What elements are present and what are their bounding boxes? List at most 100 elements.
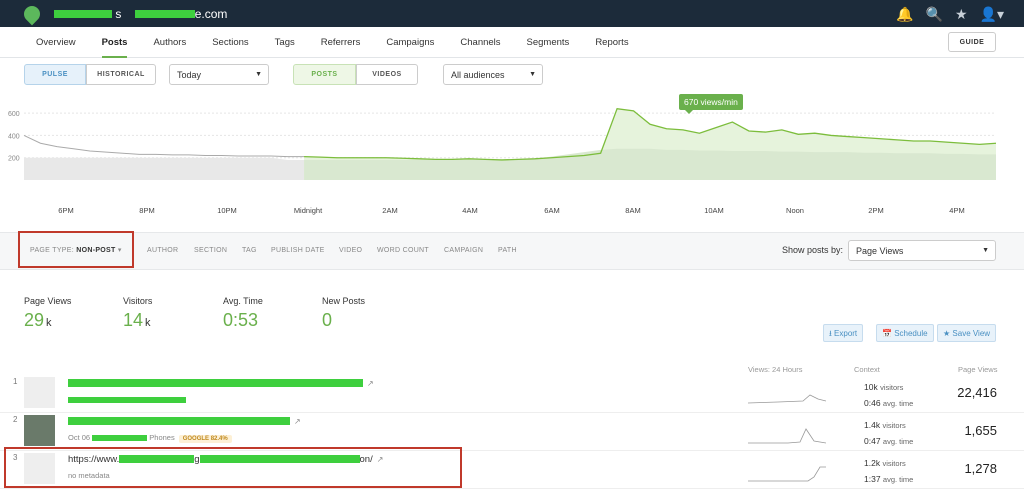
highlight-box xyxy=(4,447,462,488)
context-visitors: 10k visitors xyxy=(864,382,904,392)
search-icon[interactable]: 🔍 xyxy=(926,6,943,23)
row-rank: 1 xyxy=(13,377,18,386)
stat-visitors: Visitors 14 k xyxy=(123,296,213,331)
row-page-views: 1,655 xyxy=(964,423,997,438)
context-visitors: 1.2k visitors xyxy=(864,458,906,468)
filter-campaign[interactable]: CAMPAIGN xyxy=(444,247,483,254)
stat-value: 29 k xyxy=(24,310,52,330)
views-sparkline xyxy=(748,394,826,404)
stat-value: 14 k xyxy=(123,310,151,330)
referrer-badge: GOOGLE 82.4% xyxy=(178,435,232,443)
x-tick-label: Noon xyxy=(786,206,804,215)
context-header: Context xyxy=(854,365,880,374)
posts-button[interactable]: POSTS xyxy=(293,64,356,85)
filter-word-count[interactable]: WORD COUNT xyxy=(377,247,429,254)
external-link-icon[interactable]: ↗ xyxy=(367,379,374,388)
context-avg-time: 0:47 avg. time xyxy=(864,436,914,446)
nav-tab-tags[interactable]: Tags xyxy=(275,27,295,58)
user-menu-icon[interactable]: 👤▾ xyxy=(980,6,1004,23)
x-tick-label: 10AM xyxy=(704,206,724,215)
filter-section[interactable]: SECTION xyxy=(194,247,227,254)
stat-avg--time: Avg. Time 0:53 xyxy=(223,296,313,331)
pulse-button[interactable]: PULSE xyxy=(24,64,86,85)
nav-tab-reports[interactable]: Reports xyxy=(595,27,628,58)
x-tick-label: 2PM xyxy=(868,206,883,215)
chart-tooltip: 670 views/min xyxy=(679,94,743,114)
nav-tab-campaigns[interactable]: Campaigns xyxy=(386,27,434,58)
nav-tab-overview[interactable]: Overview xyxy=(36,27,76,58)
y-tick-label: 200 xyxy=(8,156,20,163)
nav-tab-sections[interactable]: Sections xyxy=(212,27,248,58)
save-view-button[interactable]: ★ Save View xyxy=(937,324,997,342)
schedule-button[interactable]: 📅 Schedule xyxy=(876,324,934,342)
nav-tab-segments[interactable]: Segments xyxy=(527,27,570,58)
row-rank: 2 xyxy=(13,415,18,424)
page-type-filter[interactable]: PAGE TYPE: NON-POST ▾ xyxy=(18,231,134,268)
x-tick-label: 8PM xyxy=(139,206,154,215)
stat-new-posts: New Posts 0 xyxy=(322,296,412,331)
post-thumbnail[interactable] xyxy=(24,377,55,408)
filter-publish-date[interactable]: PUBLISH DATE xyxy=(271,247,325,254)
leaf-logo-icon[interactable] xyxy=(20,2,44,25)
videos-button[interactable]: VIDEOS xyxy=(356,64,418,85)
stat-value: 0 xyxy=(322,310,333,330)
traffic-chart: 600 400 200 6PM 8PM 10PM Midnight 2AM 4AM 6AM 8AM 1… xyxy=(8,107,997,215)
x-tick-label: 2AM xyxy=(382,206,397,215)
post-thumbnail[interactable] xyxy=(24,415,55,446)
caret-down-icon: ▼ xyxy=(982,247,989,254)
export-button[interactable]: ⭳ Export xyxy=(823,324,864,342)
site-title[interactable]: s e.com xyxy=(54,7,227,21)
context-avg-time: 1:37 avg. time xyxy=(864,474,914,484)
x-tick-label: 10PM xyxy=(217,206,237,215)
period-select[interactable]: Today ▼ xyxy=(169,64,269,85)
table-row[interactable]: 2 ↗ Oct 06 Phones GOOGLE 82.4% 1.4k visitors… xyxy=(0,413,1024,451)
y-tick-label: 600 xyxy=(8,111,20,118)
filter-video[interactable]: VIDEO xyxy=(339,247,362,254)
filter-path[interactable]: PATH xyxy=(498,247,517,254)
x-tick-label: 4AM xyxy=(462,206,477,215)
filter-tag[interactable]: TAG xyxy=(242,247,257,254)
yesterday-line xyxy=(23,134,305,158)
historical-button[interactable]: HISTORICAL xyxy=(86,64,156,85)
stat-page-views: Page Views 29 k xyxy=(24,296,114,331)
context-visitors: 1.4k visitors xyxy=(864,420,906,430)
top-bar: s e.com 🔔 🔍 ★ 👤▾ xyxy=(0,0,1024,27)
external-link-icon[interactable]: ↗ xyxy=(294,417,301,426)
x-tick-label: 8AM xyxy=(625,206,640,215)
table-row[interactable]: 1 ↗ 10k visitors 0:46 avg. time 22,416 xyxy=(0,375,1024,413)
star-icon[interactable]: ★ xyxy=(955,6,968,23)
post-title-link[interactable]: ↗ xyxy=(68,416,301,427)
bell-icon[interactable]: 🔔 xyxy=(896,6,913,23)
stat-value: 0:53 xyxy=(223,310,259,330)
y-tick-label: 400 xyxy=(8,133,20,140)
stat-label: Visitors xyxy=(123,296,153,306)
baseline-area xyxy=(304,148,996,180)
nav-tab-posts[interactable]: Posts xyxy=(101,27,127,58)
x-tick-label: Midnight xyxy=(294,206,323,215)
main-nav: Overview Posts Authors Sections Tags Referrer… xyxy=(0,27,1024,58)
post-title-link[interactable]: ↗ xyxy=(68,378,374,389)
nav-tab-channels[interactable]: Channels xyxy=(460,27,500,58)
audience-select[interactable]: All audiences ▼ xyxy=(443,64,543,85)
stat-label: New Posts xyxy=(322,296,366,306)
stat-unit: k xyxy=(145,317,151,329)
stat-label: Page Views xyxy=(24,296,72,306)
post-meta: Oct 06 Phones GOOGLE 82.4% xyxy=(68,433,232,443)
x-tick-label: 6PM xyxy=(58,206,73,215)
show-by-select[interactable]: Page Views ▼ xyxy=(848,240,996,261)
nav-tab-referrers[interactable]: Referrers xyxy=(321,27,361,58)
filter-author[interactable]: AUTHOR xyxy=(147,247,178,254)
post-meta xyxy=(68,395,186,404)
caret-down-icon: ▼ xyxy=(255,71,262,78)
stat-label: Avg. Time xyxy=(223,296,263,306)
x-tick-label: 6AM xyxy=(544,206,559,215)
caret-down-icon: ▼ xyxy=(529,71,536,78)
views-sparkline xyxy=(748,428,826,444)
views-24h-header: Views: 24 Hours xyxy=(748,365,803,374)
stat-unit: k xyxy=(46,317,52,329)
row-page-views: 22,416 xyxy=(957,385,997,400)
nav-tab-authors[interactable]: Authors xyxy=(153,27,186,58)
context-avg-time: 0:46 avg. time xyxy=(864,398,914,408)
page-views-header: Page Views xyxy=(958,365,998,374)
guide-button[interactable]: GUIDE xyxy=(948,32,996,52)
